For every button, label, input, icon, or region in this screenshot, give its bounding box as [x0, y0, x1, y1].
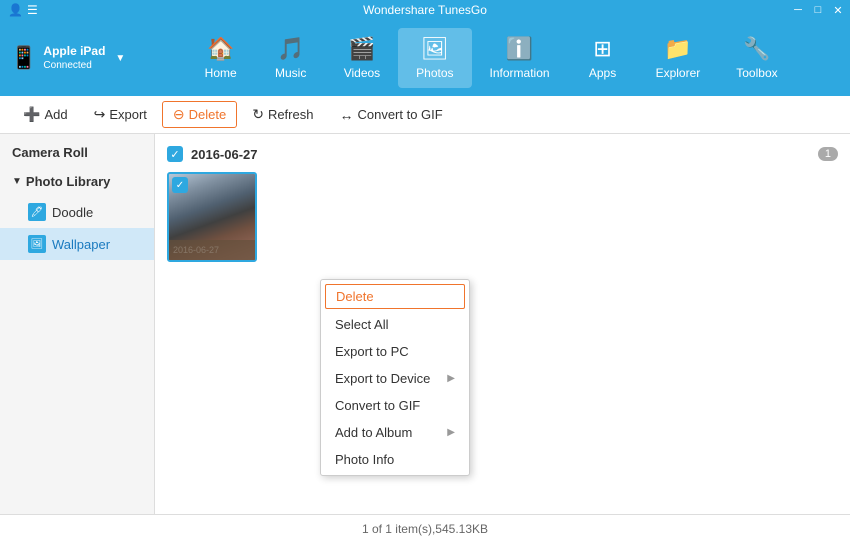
context-menu-export-pc[interactable]: Export to PC	[321, 338, 469, 365]
nav-item-information[interactable]: ℹ️ Information	[472, 28, 568, 88]
refresh-button[interactable]: ↻ Refresh	[241, 101, 324, 128]
nav-label-home: Home	[205, 66, 237, 80]
nav-item-toolbox[interactable]: 🔧 Toolbox	[718, 28, 795, 88]
nav-item-explorer[interactable]: 📁 Explorer	[638, 28, 719, 88]
nav-bar: 📱 Apple iPad Connected ▼ 🏠 Home 🎵 Music …	[0, 20, 850, 96]
delete-button[interactable]: ⊖ Delete	[162, 101, 237, 128]
close-icon[interactable]: ✕	[830, 2, 846, 18]
wallpaper-icon: 🖼	[28, 235, 46, 253]
maximize-icon[interactable]: □	[810, 2, 826, 18]
title-bar: 👤 ☰ Wondershare TunesGo ─ □ ✕	[0, 0, 850, 20]
title-bar-left: 👤 ☰	[8, 3, 38, 17]
date-checkbox[interactable]: ✓	[167, 146, 183, 162]
photos-icon: 🖼	[421, 36, 449, 62]
sidebar-item-wallpaper[interactable]: 🖼 Wallpaper	[0, 228, 154, 260]
nav-label-toolbox: Toolbox	[736, 66, 777, 80]
minimize-icon[interactable]: ─	[790, 2, 806, 18]
information-icon: ℹ️	[506, 36, 533, 62]
videos-icon: 🎬	[348, 36, 375, 62]
doodle-icon: 🖊	[28, 203, 46, 221]
sub-arrow-add-album: ▶	[447, 427, 455, 438]
nav-label-information: Information	[490, 66, 550, 80]
nav-items: 🏠 Home 🎵 Music 🎬 Videos 🖼 Photos ℹ️ Info…	[141, 28, 840, 88]
nav-item-photos[interactable]: 🖼 Photos	[398, 28, 471, 88]
context-select-all-label: Select All	[335, 317, 388, 332]
delete-label: Delete	[189, 107, 227, 122]
add-icon: ➕	[23, 106, 40, 123]
date-label: 2016-06-27	[191, 147, 258, 162]
context-export-device-label: Export to Device	[335, 371, 430, 386]
photo-library-label: Photo Library	[26, 174, 111, 189]
add-label: Add	[44, 107, 67, 122]
context-menu: Delete Select All Export to PC Export to…	[320, 279, 470, 476]
photo-grid: ✓ 2016-06-27	[167, 172, 838, 262]
nav-item-videos[interactable]: 🎬 Videos	[326, 28, 398, 88]
add-button[interactable]: ➕ Add	[12, 101, 79, 128]
delete-icon: ⊖	[173, 106, 185, 123]
context-menu-add-album[interactable]: Add to Album ▶	[321, 419, 469, 446]
sidebar-item-doodle[interactable]: 🖊 Doodle	[0, 196, 154, 228]
context-menu-select-all[interactable]: Select All	[321, 311, 469, 338]
status-bar: 1 of 1 item(s),545.13KB	[0, 514, 850, 542]
nav-label-explorer: Explorer	[656, 66, 701, 80]
explorer-icon: 📁	[664, 36, 691, 62]
export-label: Export	[109, 107, 147, 122]
expand-arrow-icon: ▼	[12, 176, 22, 187]
context-add-album-label: Add to Album	[335, 425, 412, 440]
convert-gif-icon: ↔	[339, 107, 353, 123]
context-menu-delete[interactable]: Delete	[325, 284, 465, 309]
nav-item-home[interactable]: 🏠 Home	[186, 28, 256, 88]
context-delete-label: Delete	[336, 289, 374, 304]
main-layout: Camera Roll ▼ Photo Library 🖊 Doodle 🖼 W…	[0, 134, 850, 514]
doodle-label: Doodle	[52, 205, 93, 220]
toolbar: ➕ Add ↪ Export ⊖ Delete ↻ Refresh ↔ Conv…	[0, 96, 850, 134]
sidebar-item-camera-roll[interactable]: Camera Roll	[0, 138, 154, 167]
context-menu-photo-info[interactable]: Photo Info	[321, 446, 469, 473]
toolbox-icon: 🔧	[743, 36, 770, 62]
user-icon[interactable]: 👤	[8, 3, 23, 17]
context-menu-export-device[interactable]: Export to Device ▶	[321, 365, 469, 392]
device-name: Apple iPad	[43, 44, 105, 60]
home-icon: 🏠	[207, 36, 234, 62]
nav-item-apps[interactable]: ⊞ Apps	[568, 28, 638, 88]
device-dropdown-arrow[interactable]: ▼	[115, 53, 125, 64]
convert-gif-label: Convert to GIF	[357, 107, 442, 122]
refresh-label: Refresh	[268, 107, 314, 122]
date-header: ✓ 2016-06-27 1	[167, 146, 838, 162]
nav-label-videos: Videos	[344, 66, 380, 80]
app-title: Wondershare TunesGo	[363, 3, 487, 17]
count-badge: 1	[818, 147, 838, 161]
sidebar: Camera Roll ▼ Photo Library 🖊 Doodle 🖼 W…	[0, 134, 155, 514]
device-status: Connected	[43, 59, 105, 72]
photo-date: 2016-06-27	[173, 245, 219, 255]
refresh-icon: ↻	[252, 106, 264, 123]
music-icon: 🎵	[277, 36, 304, 62]
context-export-pc-label: Export to PC	[335, 344, 409, 359]
photo-checkbox[interactable]: ✓	[172, 177, 188, 193]
wallpaper-label: Wallpaper	[52, 237, 110, 252]
export-icon: ↪	[94, 106, 106, 123]
export-button[interactable]: ↪ Export	[83, 101, 158, 128]
apps-icon: ⊞	[593, 36, 611, 62]
nav-label-photos: Photos	[416, 66, 453, 80]
sidebar-section-photo-library[interactable]: ▼ Photo Library	[0, 167, 154, 196]
content-area: ✓ 2016-06-27 1 ✓ 2016-06-27 Delete Selec…	[155, 134, 850, 514]
camera-roll-label: Camera Roll	[12, 145, 88, 160]
status-text: 1 of 1 item(s),545.13KB	[362, 522, 488, 536]
photo-thumbnail[interactable]: ✓ 2016-06-27	[167, 172, 257, 262]
window-controls: ─ □ ✕	[790, 2, 846, 18]
device-info: 📱 Apple iPad Connected ▼	[10, 44, 125, 73]
context-convert-gif-label: Convert to GIF	[335, 398, 420, 413]
nav-label-music: Music	[275, 66, 306, 80]
nav-label-apps: Apps	[589, 66, 616, 80]
context-photo-info-label: Photo Info	[335, 452, 394, 467]
context-menu-convert-gif[interactable]: Convert to GIF	[321, 392, 469, 419]
nav-item-music[interactable]: 🎵 Music	[256, 28, 326, 88]
menu-icon[interactable]: ☰	[27, 3, 38, 17]
sub-arrow-export-device: ▶	[447, 373, 455, 384]
convert-gif-button[interactable]: ↔ Convert to GIF	[328, 102, 453, 128]
device-text: Apple iPad Connected	[43, 44, 105, 73]
device-icon: 📱	[10, 45, 37, 71]
